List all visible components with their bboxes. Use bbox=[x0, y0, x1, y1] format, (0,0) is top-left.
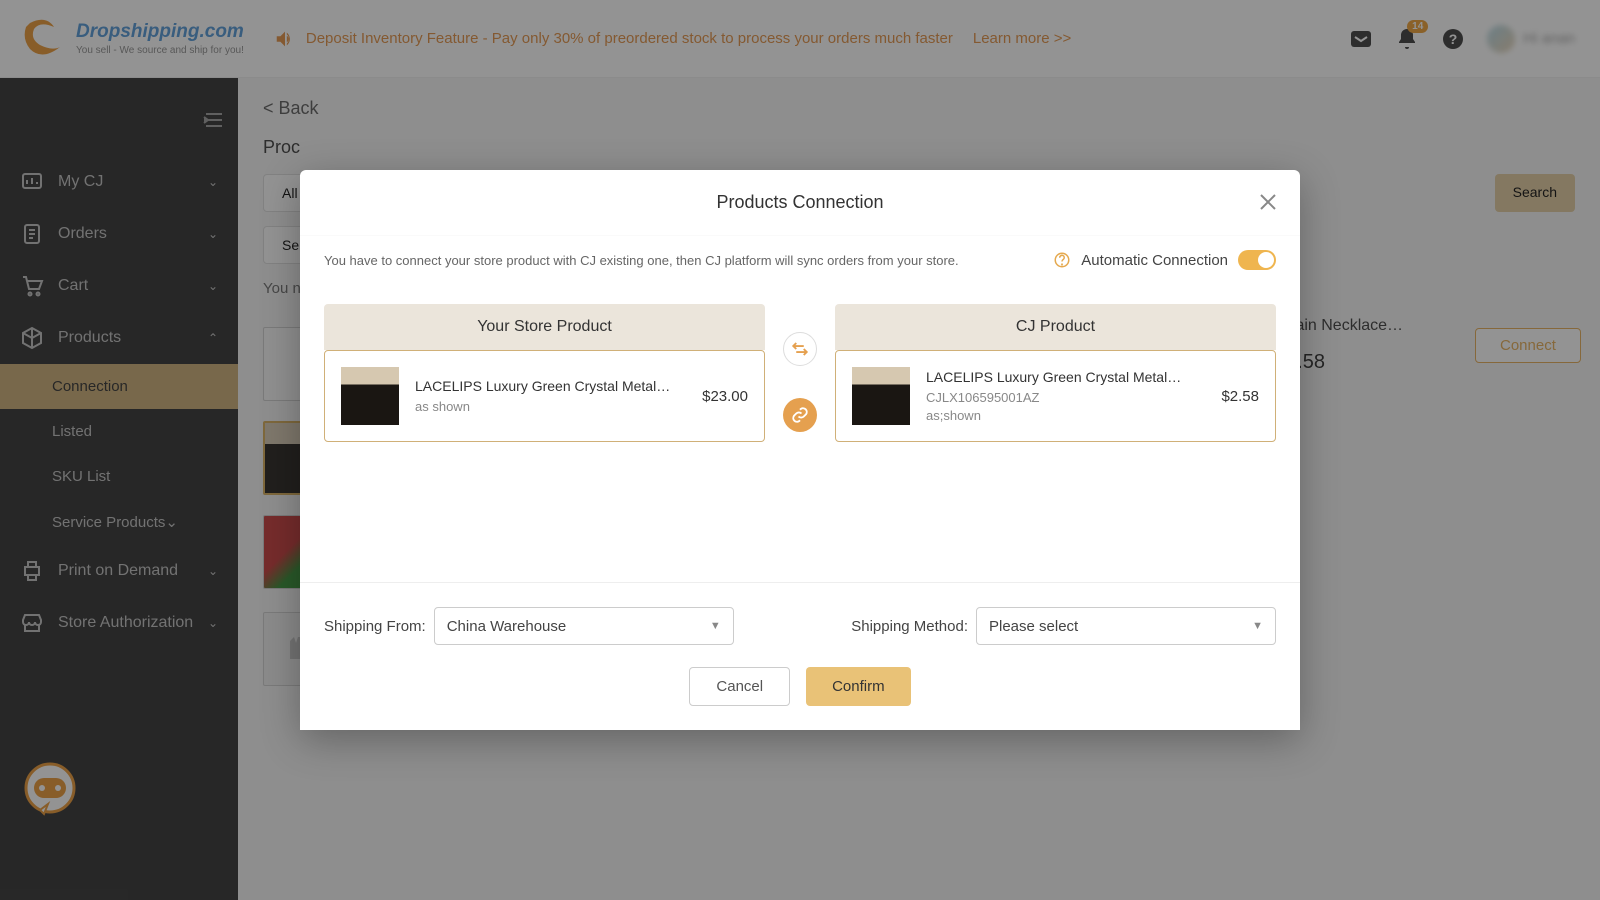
auto-connection-label: Automatic Connection bbox=[1081, 252, 1228, 269]
shipping-from-label: Shipping From: bbox=[324, 618, 426, 635]
cj-product-header: CJ Product bbox=[835, 304, 1276, 350]
your-product-card[interactable]: LACELIPS Luxury Green Crystal Metal… as … bbox=[324, 350, 765, 442]
help-icon[interactable] bbox=[1053, 251, 1071, 269]
chevron-down-icon: ▼ bbox=[710, 620, 721, 632]
link-icon[interactable] bbox=[783, 398, 817, 432]
swap-icon[interactable] bbox=[783, 332, 817, 366]
cancel-button[interactable]: Cancel bbox=[689, 667, 790, 706]
close-icon[interactable] bbox=[1256, 190, 1280, 214]
product-name: LACELIPS Luxury Green Crystal Metal… bbox=[926, 369, 1205, 385]
cj-product-card[interactable]: LACELIPS Luxury Green Crystal Metal… CJL… bbox=[835, 350, 1276, 442]
product-sku: CJLX106595001AZ bbox=[926, 390, 1205, 405]
shipping-from-select[interactable]: China Warehouse ▼ bbox=[434, 607, 734, 645]
products-connection-modal: Products Connection You have to connect … bbox=[300, 170, 1300, 730]
your-store-header: Your Store Product bbox=[324, 304, 765, 350]
chevron-down-icon: ▼ bbox=[1252, 620, 1263, 632]
auto-connection-toggle[interactable] bbox=[1238, 250, 1276, 270]
shipping-method-label: Shipping Method: bbox=[851, 618, 968, 635]
product-variant: as;shown bbox=[926, 408, 1205, 423]
product-variant: as shown bbox=[415, 399, 686, 414]
product-name: LACELIPS Luxury Green Crystal Metal… bbox=[415, 378, 686, 394]
product-price: $2.58 bbox=[1221, 388, 1259, 405]
modal-description: You have to connect your store product w… bbox=[324, 253, 959, 268]
shipping-method-select[interactable]: Please select ▼ bbox=[976, 607, 1276, 645]
confirm-button[interactable]: Confirm bbox=[806, 667, 911, 706]
product-thumbnail bbox=[341, 367, 399, 425]
product-thumbnail bbox=[852, 367, 910, 425]
modal-title: Products Connection bbox=[324, 192, 1276, 213]
product-price: $23.00 bbox=[702, 388, 748, 405]
